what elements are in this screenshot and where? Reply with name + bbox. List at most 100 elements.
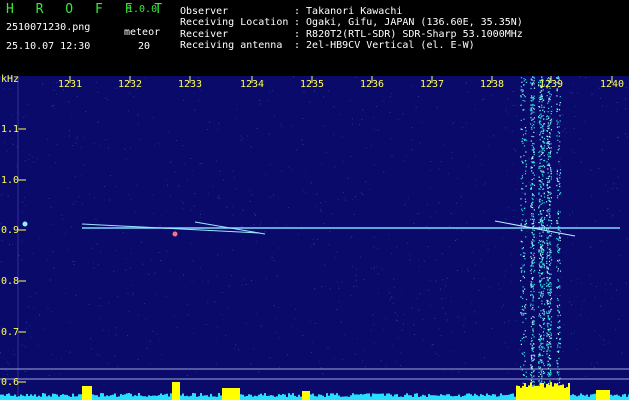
echo-speck: [556, 220, 558, 222]
echo-speck: [531, 349, 533, 351]
echo-speck: [543, 184, 545, 186]
noise-speck: [533, 85, 535, 87]
noise-speck: [575, 349, 577, 350]
amplitude-bar: [556, 383, 558, 400]
echo-speck: [531, 345, 533, 347]
amplitude-bar: [260, 393, 262, 400]
amplitude-bar: [118, 396, 120, 400]
noise-speck: [129, 92, 131, 94]
echo-speck: [523, 264, 525, 266]
echo-speck: [558, 183, 560, 185]
x-tick-label: 1239: [539, 79, 564, 90]
noise-speck: [198, 100, 200, 102]
noise-speck: [399, 289, 401, 291]
echo-speck: [520, 229, 522, 231]
echo-speck: [549, 136, 551, 138]
echo-speck: [558, 180, 560, 183]
noise-speck: [275, 222, 277, 224]
observer-value: : Takanori Kawachi: [294, 6, 403, 17]
echo-speck: [525, 376, 527, 378]
noise-speck: [467, 268, 469, 270]
echo-speck: [539, 315, 542, 317]
echo-speck: [538, 242, 540, 244]
amplitude-bar: [172, 382, 174, 400]
noise-speck: [434, 318, 436, 319]
amplitude-bar: [22, 395, 24, 400]
amplitude-bar: [432, 395, 434, 400]
echo-speck: [530, 272, 532, 274]
echo-speck: [550, 113, 552, 115]
amplitude-bar: [198, 396, 200, 400]
echo-speck: [549, 132, 551, 134]
echo-speck: [521, 308, 523, 311]
echo-speck: [543, 123, 545, 125]
x-tick-label: 1238: [480, 79, 505, 90]
echo-speck: [522, 247, 524, 249]
echo-speck: [525, 185, 527, 187]
echo-speck: [540, 285, 542, 287]
echo-speck: [541, 273, 543, 275]
echo-speck: [549, 277, 551, 280]
echo-speck: [546, 302, 548, 304]
noise-speck: [536, 122, 538, 124]
echo-speck: [538, 101, 540, 103]
amplitude-bar: [362, 394, 364, 400]
noise-speck: [65, 350, 67, 352]
noise-speck: [513, 210, 515, 211]
echo-speck: [525, 298, 528, 301]
echo-speck: [540, 362, 543, 364]
echo-speck: [540, 94, 542, 96]
echo-speck: [551, 259, 553, 261]
noise-speck: [39, 237, 41, 239]
noise-speck: [503, 304, 505, 306]
echo-speck: [525, 304, 527, 306]
echo-speck: [538, 193, 540, 195]
echo-speck: [520, 254, 522, 256]
noise-speck: [452, 351, 454, 353]
echo-speck: [523, 277, 525, 279]
noise-speck: [391, 253, 393, 254]
echo-speck: [538, 354, 540, 356]
meteor-hotspot: [172, 231, 178, 237]
noise-speck: [619, 210, 621, 212]
noise-speck: [117, 295, 119, 297]
echo-speck: [533, 127, 535, 129]
amplitude-bar: [608, 390, 610, 400]
echo-speck: [549, 292, 551, 295]
noise-speck: [419, 293, 421, 295]
echo-speck: [524, 198, 526, 200]
noise-speck: [451, 330, 453, 332]
echo-speck: [520, 104, 522, 106]
amplitude-bar: [322, 395, 324, 400]
echo-speck: [558, 350, 560, 352]
echo-speck: [558, 252, 560, 254]
noise-speck: [29, 296, 31, 297]
echo-speck: [556, 197, 559, 199]
noise-speck: [559, 276, 561, 278]
noise-speck: [491, 94, 493, 96]
echo-speck: [550, 120, 553, 122]
amplitude-bar: [44, 393, 46, 400]
echo-speck: [541, 265, 543, 267]
echo-speck: [541, 374, 543, 376]
echo-speck: [546, 242, 548, 244]
echo-speck: [541, 359, 543, 361]
amplitude-bar: [50, 396, 52, 400]
amplitude-bar: [122, 394, 124, 400]
noise-speck: [363, 278, 365, 280]
noise-speck: [68, 101, 70, 103]
noise-speck: [370, 268, 372, 270]
noise-speck: [594, 220, 596, 222]
noise-speck: [411, 139, 413, 141]
echo-speck: [539, 240, 541, 243]
amplitude-bar: [162, 394, 164, 400]
amplitude-bar: [312, 393, 314, 400]
noise-speck: [276, 317, 278, 319]
noise-speck: [476, 179, 477, 181]
echo-speck: [542, 99, 544, 101]
noise-speck: [524, 192, 526, 193]
noise-speck: [273, 305, 275, 307]
echo-speck: [547, 346, 549, 348]
echo-speck: [522, 93, 524, 95]
echo-speck: [541, 376, 543, 378]
